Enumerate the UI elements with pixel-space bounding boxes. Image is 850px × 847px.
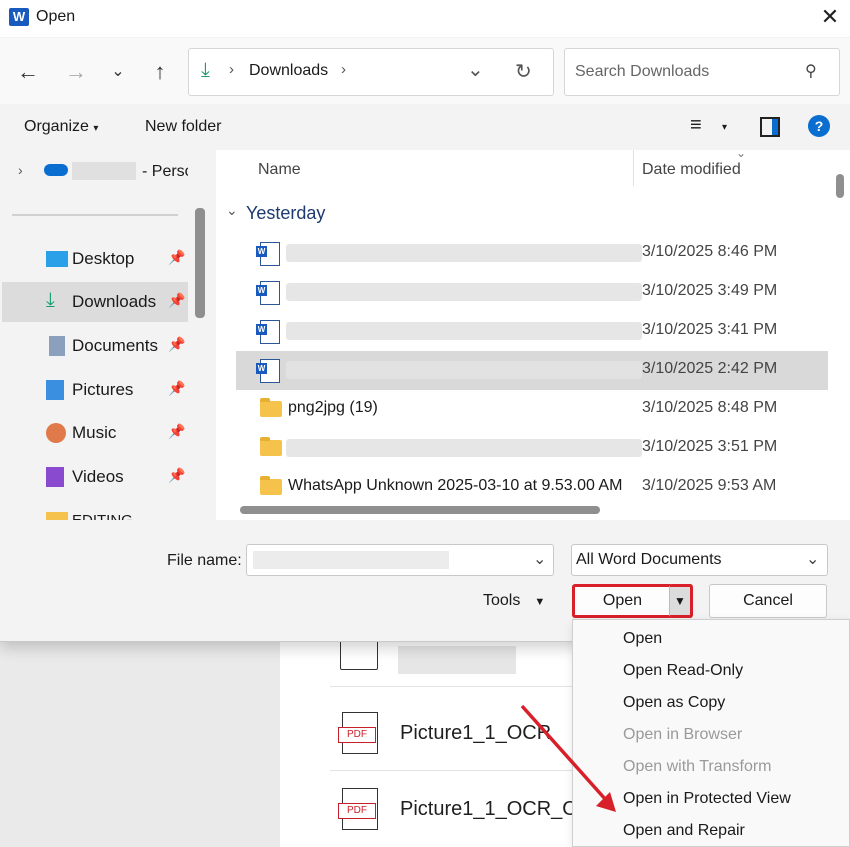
annotation-arrow xyxy=(520,704,616,812)
